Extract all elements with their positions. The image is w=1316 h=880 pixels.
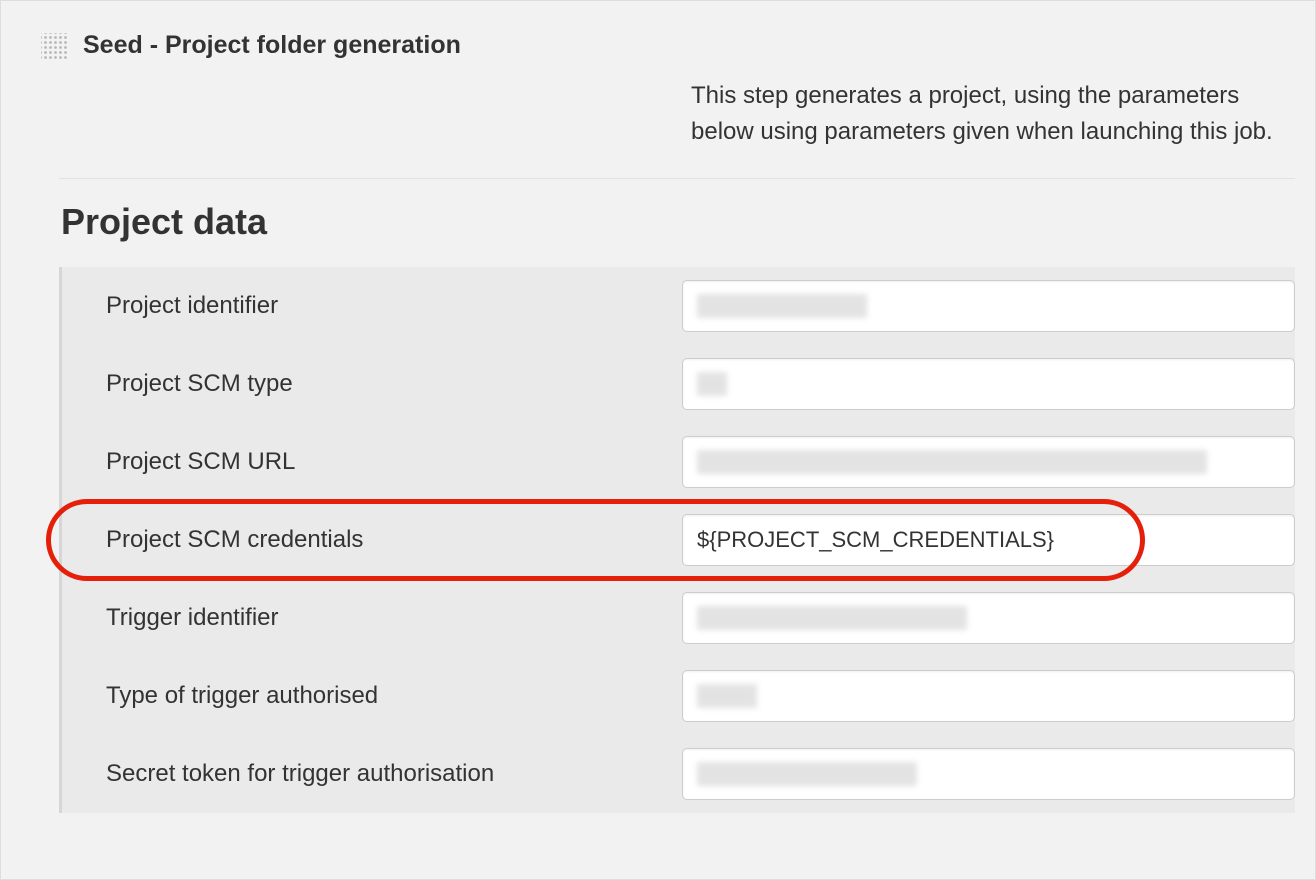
field-row: Project SCM credentials ${PROJECT_SCM_CRE… [62, 501, 1295, 579]
field-row: Project SCM type [62, 345, 1295, 423]
build-step-header: Seed - Project folder generation [21, 1, 1295, 78]
text-input[interactable] [682, 748, 1295, 800]
field-label: Project identifier [62, 292, 682, 320]
field-input-wrap: ${PROJECT_SCM_CREDENTIALS} [682, 514, 1295, 566]
field-input-wrap [682, 436, 1295, 488]
text-input[interactable] [682, 436, 1295, 488]
field-input-wrap [682, 280, 1295, 332]
field-input-wrap [682, 358, 1295, 410]
field-row: Type of trigger authorised [62, 657, 1295, 735]
field-label: Trigger identifier [62, 604, 682, 632]
field-input-wrap [682, 748, 1295, 800]
text-input[interactable] [682, 592, 1295, 644]
field-label: Project SCM URL [62, 448, 682, 476]
redacted-value [697, 606, 967, 630]
field-row: Project identifier [62, 267, 1295, 345]
redacted-value [697, 684, 757, 708]
field-label: Type of trigger authorised [62, 682, 682, 710]
text-input[interactable]: ${PROJECT_SCM_CREDENTIALS} [682, 514, 1295, 566]
field-label: Secret token for trigger authorisation [62, 760, 682, 788]
divider [59, 178, 1295, 179]
redacted-value [697, 762, 917, 786]
drag-handle-icon[interactable] [41, 33, 67, 59]
redacted-value [697, 294, 867, 318]
build-step-description: This step generates a project, using the… [691, 78, 1295, 178]
text-input[interactable] [682, 280, 1295, 332]
field-input-wrap [682, 670, 1295, 722]
build-step-title: Seed - Project folder generation [83, 31, 461, 60]
field-input-wrap [682, 592, 1295, 644]
section-title: Project data [61, 201, 1295, 243]
project-data-fields: Project identifier Project SCM type Projec… [59, 267, 1295, 813]
field-label: Project SCM credentials [62, 526, 682, 554]
text-input[interactable] [682, 358, 1295, 410]
input-value: ${PROJECT_SCM_CREDENTIALS} [697, 527, 1054, 553]
config-panel: Seed - Project folder generation This st… [0, 0, 1316, 880]
text-input[interactable] [682, 670, 1295, 722]
field-row: Project SCM URL [62, 423, 1295, 501]
field-label: Project SCM type [62, 370, 682, 398]
field-row: Secret token for trigger authorisation [62, 735, 1295, 813]
redacted-value [697, 450, 1207, 474]
field-row: Trigger identifier [62, 579, 1295, 657]
redacted-value [697, 372, 727, 396]
